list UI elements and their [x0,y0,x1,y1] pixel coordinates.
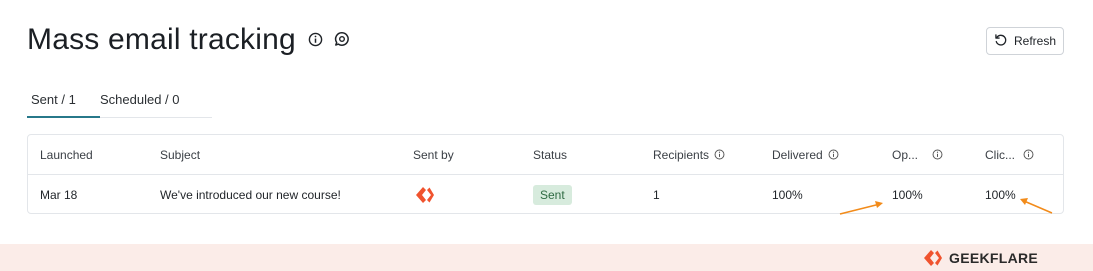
feedback-icon[interactable] [334,31,350,47]
footer-banner: GEEKFLARE [0,244,1093,271]
annotation-arrow-clicked [1020,198,1053,214]
tab-bar: Sent / 1 Scheduled / 0 [27,92,212,118]
sent-by-cell [415,175,435,214]
column-header-subject[interactable]: Subject [160,135,200,174]
column-header-opened[interactable]: Op... [892,135,943,174]
opened-cell: 100% [892,187,923,202]
column-header-launched[interactable]: Launched [40,135,93,174]
info-icon[interactable] [307,31,323,47]
clicked-cell: 100% [985,187,1016,202]
info-icon[interactable] [828,149,839,160]
table-header: Launched Subject Sent by Status Recipien… [28,135,1063,175]
table-row[interactable]: Mar 18 We've introduced our new course! … [28,175,1063,214]
info-icon[interactable] [932,149,943,160]
tab-sent[interactable]: Sent / 1 [27,92,100,118]
status-cell: Sent [533,175,572,214]
tab-scheduled[interactable]: Scheduled / 0 [100,92,194,117]
subject-cell[interactable]: We've introduced our new course! [160,175,341,214]
column-header-clicked[interactable]: Clic... [985,135,1034,174]
info-icon[interactable] [714,149,725,160]
status-badge: Sent [533,184,572,205]
brand-watermark: GEEKFLARE [923,248,1038,268]
refresh-icon [994,33,1008,50]
brand-name: GEEKFLARE [949,250,1039,266]
geekflare-logo-icon [924,250,942,266]
column-header-sent-by[interactable]: Sent by [413,135,454,174]
column-header-delivered[interactable]: Delivered [772,135,839,174]
page-title: Mass email tracking [27,23,296,56]
refresh-label: Refresh [1013,34,1057,48]
campaign-table: Launched Subject Sent by Status Recipien… [27,134,1064,214]
geekflare-logo-icon [416,186,434,203]
column-header-status[interactable]: Status [533,135,567,174]
launched-cell: Mar 18 [40,187,78,202]
info-icon[interactable] [1023,149,1034,160]
annotation-arrow-opened [839,201,883,215]
column-header-recipients[interactable]: Recipients [653,135,725,174]
refresh-button[interactable]: Refresh [986,27,1064,55]
recipients-cell: 1 [653,187,660,202]
delivered-cell: 100% [772,187,803,202]
